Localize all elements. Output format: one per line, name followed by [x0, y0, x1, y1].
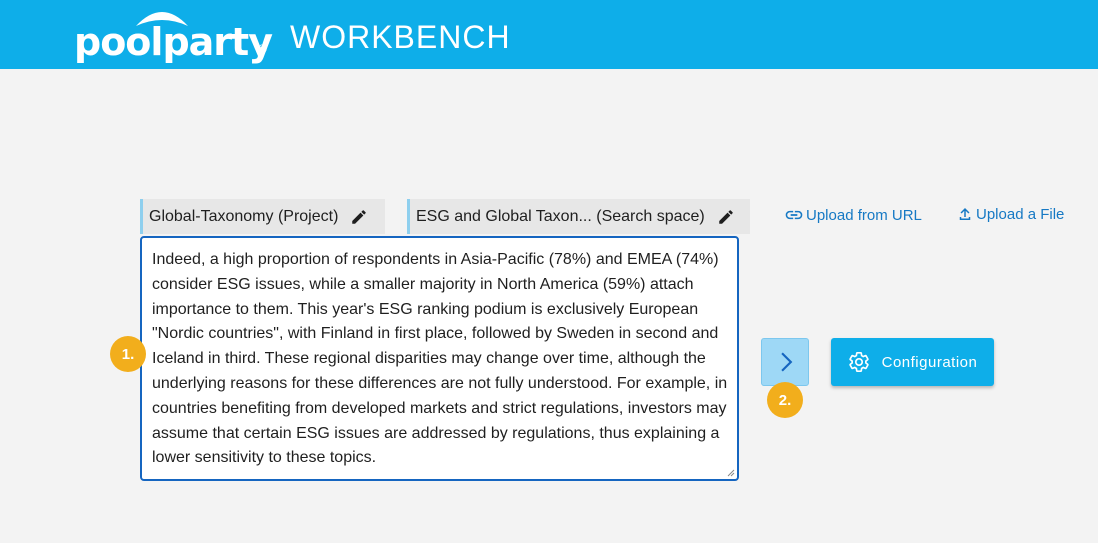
- configuration-button[interactable]: Configuration: [831, 338, 994, 386]
- configuration-label: Configuration: [881, 353, 978, 371]
- project-label: Global-Taxonomy (Project): [149, 207, 339, 225]
- project-chip: Global-Taxonomy (Project): [140, 199, 385, 234]
- upload-icon: [959, 208, 971, 220]
- next-button[interactable]: [761, 338, 809, 386]
- text-input-content[interactable]: Indeed, a high proportion of respondents…: [152, 248, 732, 471]
- chevron-right-icon: [781, 352, 793, 372]
- resize-handle-icon[interactable]: [727, 469, 735, 477]
- search-space-label: ESG and Global Taxon... (Search space): [416, 207, 705, 225]
- search-space-chip: ESG and Global Taxon... (Search space): [407, 199, 750, 234]
- upload-from-url-link[interactable]: Upload from URL: [784, 205, 922, 225]
- upload-file-link[interactable]: Upload a File: [956, 205, 1064, 223]
- text-input-area[interactable]: Indeed, a high proportion of respondents…: [140, 236, 739, 481]
- step-2-badge: 2.: [767, 382, 803, 418]
- gear-icon: [848, 351, 870, 373]
- link-icon: [785, 210, 803, 220]
- upload-file-label: Upload a File: [976, 205, 1065, 223]
- step-1-badge: 1.: [110, 336, 146, 372]
- logo-text: poolparty: [74, 20, 273, 64]
- poolparty-logo[interactable]: poolparty ®: [74, 10, 274, 64]
- top-bar: poolparty ® WORKBENCH: [0, 0, 1098, 69]
- pencil-icon[interactable]: [717, 208, 735, 226]
- upload-from-url-label: Upload from URL: [806, 206, 922, 224]
- pencil-icon[interactable]: [350, 208, 368, 226]
- registered-mark: ®: [258, 42, 267, 56]
- app-title: WORKBENCH: [290, 19, 511, 55]
